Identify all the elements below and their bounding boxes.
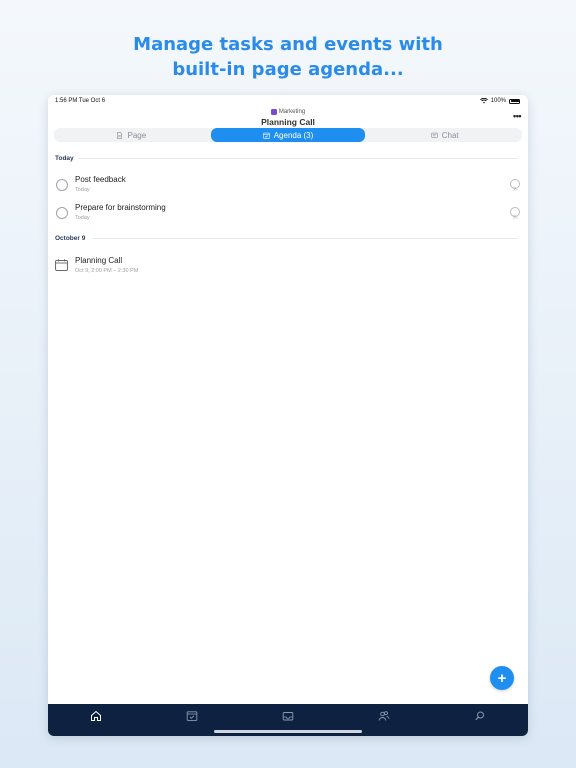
- assign-user-icon[interactable]: [510, 179, 520, 191]
- search-icon: [475, 711, 484, 721]
- wifi-icon: [479, 98, 488, 104]
- add-button[interactable]: +: [490, 666, 514, 690]
- task-checkbox[interactable]: [56, 207, 68, 219]
- list-item[interactable]: Prepare for brainstorming Today: [48, 202, 528, 228]
- battery-icon: [509, 98, 520, 104]
- section-header-october-9: October 9: [55, 235, 86, 242]
- headline-line-1: Manage tasks and events with: [133, 34, 443, 55]
- home-indicator: [214, 730, 362, 733]
- agenda-icon: [262, 132, 270, 139]
- workspace-name: Marketing: [278, 109, 306, 115]
- battery-percent: 100%: [490, 98, 506, 104]
- task-due: Today: [75, 187, 90, 193]
- tab-page-label: Page: [127, 130, 147, 140]
- headline-line-2: built-in page agenda...: [172, 59, 404, 80]
- task-checkbox[interactable]: [56, 179, 68, 191]
- section-divider: [78, 158, 518, 159]
- task-title: Prepare for brainstorming: [75, 203, 166, 212]
- document-icon: [117, 131, 123, 139]
- task-due: Today: [75, 215, 90, 221]
- tab-people[interactable]: [378, 709, 390, 721]
- tab-agenda-nav[interactable]: [186, 709, 198, 721]
- agenda-icon: [186, 711, 198, 721]
- more-horizontal-icon[interactable]: •••: [513, 111, 521, 121]
- tab-search[interactable]: [474, 709, 486, 721]
- task-title: Post feedback: [75, 175, 126, 184]
- promo-headline: Manage tasks and events with built-in pa…: [0, 32, 576, 82]
- event-title: Planning Call: [75, 256, 123, 265]
- list-item[interactable]: Post feedback Today: [48, 174, 528, 200]
- page-header: Marketing Planning Call: [48, 108, 528, 127]
- event-time: Oct 9, 2:00 PM – 2:30 PM: [75, 268, 139, 274]
- tab-home[interactable]: [90, 709, 102, 721]
- workspace-label[interactable]: Marketing: [48, 108, 528, 116]
- tab-agenda-label: Agenda (3): [273, 130, 314, 140]
- tab-agenda[interactable]: Agenda (3): [210, 128, 366, 142]
- list-item[interactable]: Planning Call Oct 9, 2:00 PM – 2:30 PM: [48, 255, 528, 281]
- tab-page[interactable]: Page: [54, 128, 209, 142]
- tab-chat[interactable]: Chat: [367, 128, 522, 142]
- tab-chat-label: Chat: [441, 130, 459, 140]
- bottom-tab-bar: [48, 704, 528, 736]
- home-icon: [91, 710, 101, 721]
- status-right: 100%: [479, 98, 520, 104]
- workspace-icon: [270, 109, 277, 115]
- calendar-icon: [55, 259, 68, 271]
- section-header-today: Today: [55, 155, 74, 162]
- chat-icon: [430, 132, 438, 138]
- inbox-icon: [282, 712, 294, 721]
- assign-user-icon[interactable]: [510, 207, 520, 219]
- people-icon: [378, 711, 390, 721]
- section-divider: [93, 238, 518, 239]
- page-title: Planning Call: [261, 117, 315, 127]
- device-screen: 1:56 PM Tue Oct 6 100% Marketing Plannin…: [48, 95, 528, 736]
- status-time: 1:56 PM Tue Oct 6: [55, 98, 106, 104]
- status-bar: 1:56 PM Tue Oct 6 100%: [48, 95, 528, 109]
- tab-inbox[interactable]: [282, 709, 294, 721]
- view-segmented-control: Page Agenda (3) Chat: [54, 128, 522, 142]
